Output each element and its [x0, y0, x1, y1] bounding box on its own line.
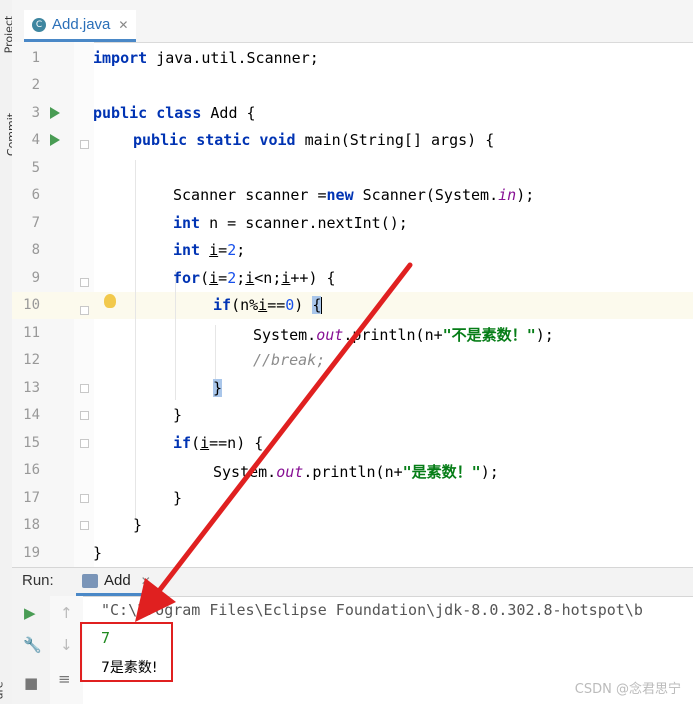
- annotation-arrow: [135, 262, 413, 622]
- watermark: CSDN @念君思宁: [574, 682, 681, 697]
